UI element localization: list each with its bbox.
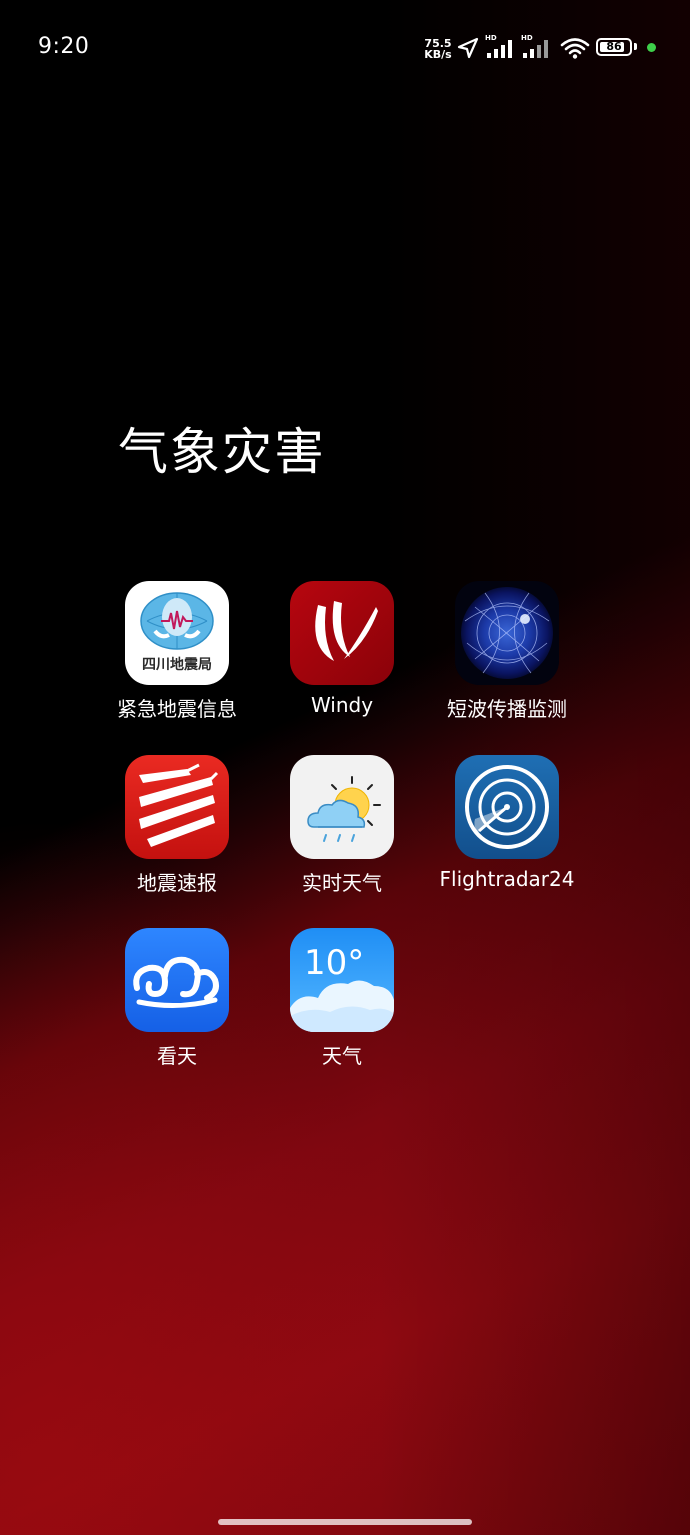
waves-cloud-icon[interactable] [125,928,229,1032]
app-windy[interactable]: Windy [259,581,425,717]
weather-cloud-icon[interactable]: 10° [290,928,394,1032]
app-label: 天气 [322,1044,362,1068]
app-label: 地震速报 [137,871,217,895]
app-earthquake-report[interactable]: 地震速报 [94,755,260,896]
app-shortwave-monitor[interactable]: 短波传播监测 [424,581,590,722]
battery-percent: 86 [606,40,622,53]
status-bar: 9:20 75.5 KB/s HD HD 86 [0,0,690,96]
sichuan-earthquake-bureau-icon[interactable]: 四川地震局 [125,581,229,685]
windy-icon[interactable] [290,581,394,685]
network-speed-unit: KB/s [424,48,452,61]
sun-magnetic-field-icon[interactable] [455,581,559,685]
network-speed: 75.5 KB/s [422,38,454,60]
status-time: 9:20 [38,34,90,59]
battery-icon: 86 [596,38,632,56]
home-indicator[interactable] [218,1519,472,1525]
app-label: 紧急地震信息 [117,697,237,721]
app-label: 看天 [157,1044,197,1068]
app-kantian[interactable]: 看天 [94,928,260,1069]
app-label: Flightradar24 [439,867,575,891]
icon-text-temperature: 10° [304,943,364,983]
app-label: 实时天气 [302,871,382,895]
icon-text-sichuan: 四川地震局 [142,656,212,673]
app-flightradar24[interactable]: Flightradar24 [424,755,590,891]
privacy-indicator-dot [647,43,656,52]
battery-cap [634,43,637,50]
wifi-icon [560,38,590,59]
app-label: Windy [310,693,374,717]
radar-icon[interactable] [455,755,559,859]
signal-icon: HD [485,34,517,60]
earthquake-report-icon[interactable] [125,755,229,859]
app-label: 短波传播监测 [447,697,567,721]
sun-cloud-weather-icon[interactable] [290,755,394,859]
app-weather[interactable]: 10° 天气 [259,928,425,1069]
signal-icon-sim2: HD [521,34,553,60]
app-emergency-earthquake-info[interactable]: 四川地震局 紧急地震信息 [94,581,260,722]
folder-title[interactable]: 气象灾害 [118,412,326,484]
app-realtime-weather[interactable]: 实时天气 [259,755,425,896]
location-arrow-icon [457,37,479,59]
